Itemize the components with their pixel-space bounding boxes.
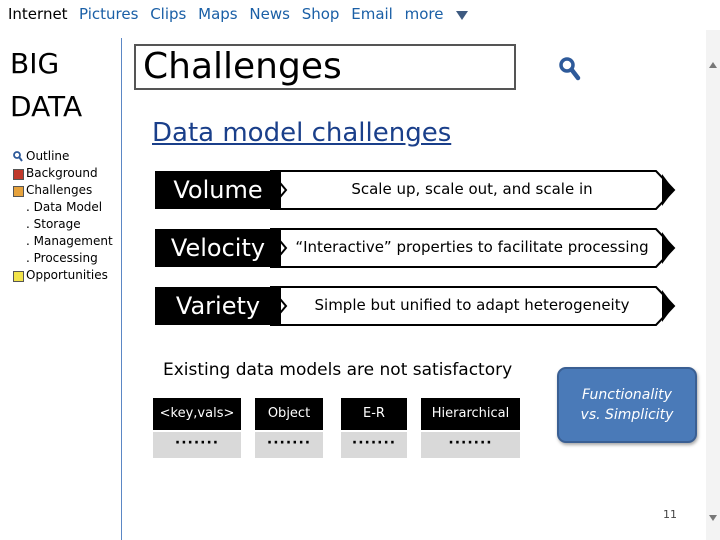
- nav-link-maps[interactable]: Maps: [198, 5, 237, 23]
- nav-brand[interactable]: Internet: [8, 5, 68, 23]
- callout-line-2: vs. Simplicity: [580, 407, 674, 423]
- model-object-dots: ·······: [255, 432, 323, 458]
- outline-item-challenges[interactable]: Challenges: [12, 182, 113, 199]
- outline-item-opportunities[interactable]: Opportunities: [12, 267, 113, 284]
- outline-item-background[interactable]: Background: [12, 165, 113, 182]
- outline-subitem-data-model[interactable]: . Data Model: [12, 199, 113, 216]
- nav-link-clips[interactable]: Clips: [150, 5, 186, 23]
- existing-models-caption: Existing data models are not satisfactor…: [163, 360, 513, 380]
- nav-link-shop[interactable]: Shop: [302, 5, 340, 23]
- outline-item-label: Outline: [26, 149, 70, 163]
- top-nav-bar: Internet Pictures Clips Maps News Shop E…: [0, 0, 720, 30]
- orange-square-icon: [13, 186, 24, 197]
- velocity-description: “Interactive” properties to facilitate p…: [295, 238, 649, 256]
- vertical-scrollbar[interactable]: [706, 30, 720, 540]
- model-hierarchical: Hierarchical: [421, 398, 520, 430]
- yellow-square-icon: [13, 271, 24, 282]
- nav-links: Pictures Clips Maps News Shop Email more: [79, 5, 451, 23]
- outline-item-label: Background: [26, 166, 98, 180]
- outline-subitem-processing[interactable]: . Processing: [12, 250, 113, 267]
- page-title: Challenges: [143, 46, 342, 87]
- nav-link-news[interactable]: News: [249, 5, 290, 23]
- sidebar-outline: Outline Background Challenges . Data Mod…: [12, 148, 113, 284]
- more-dropdown-icon[interactable]: [456, 11, 468, 20]
- scroll-up-arrow-icon[interactable]: [709, 62, 717, 68]
- functionality-callout: Functionality vs. Simplicity: [557, 367, 697, 443]
- velocity-label: Velocity: [155, 229, 281, 267]
- variety-label: Variety: [155, 287, 281, 325]
- outline-subitem-storage[interactable]: . Storage: [12, 216, 113, 233]
- outline-subitem-management[interactable]: . Management: [12, 233, 113, 250]
- page-number: 11: [663, 508, 677, 521]
- outline-item-label: . Management: [26, 234, 113, 248]
- section-subtitle[interactable]: Data model challenges: [152, 118, 451, 148]
- search-icon[interactable]: [558, 56, 582, 82]
- sidebar-divider: [121, 38, 122, 540]
- red-square-icon: [13, 169, 24, 180]
- volume-description: Scale up, scale out, and scale in: [351, 180, 593, 198]
- sidebar-title-line-2: DATA: [10, 90, 83, 123]
- model-er: E-R: [341, 398, 407, 430]
- callout-line-1: Functionality: [582, 387, 672, 403]
- variety-description: Simple but unified to adapt heterogeneit…: [314, 296, 630, 314]
- outline-item-label: . Processing: [26, 251, 98, 265]
- scroll-down-arrow-icon[interactable]: [709, 515, 717, 521]
- model-er-dots: ·······: [341, 432, 407, 458]
- outline-item-label: Opportunities: [26, 268, 108, 282]
- sidebar-title-line-1: BIG: [10, 47, 60, 80]
- magnifier-icon: [13, 151, 23, 162]
- outline-item-label: . Storage: [26, 217, 81, 231]
- model-key-vals-dots: ·······: [153, 432, 241, 458]
- model-hierarchical-dots: ·······: [421, 432, 520, 458]
- nav-link-pictures[interactable]: Pictures: [79, 5, 138, 23]
- outline-item-label: Challenges: [26, 183, 93, 197]
- model-key-vals: <key,vals>: [153, 398, 241, 430]
- model-object: Object: [255, 398, 323, 430]
- sidebar-title: BIG DATA: [10, 42, 82, 128]
- outline-item-label: . Data Model: [26, 200, 103, 214]
- nav-link-more[interactable]: more: [405, 5, 444, 23]
- volume-label: Volume: [155, 171, 281, 209]
- outline-item-outline[interactable]: Outline: [12, 148, 113, 165]
- nav-link-email[interactable]: Email: [351, 5, 393, 23]
